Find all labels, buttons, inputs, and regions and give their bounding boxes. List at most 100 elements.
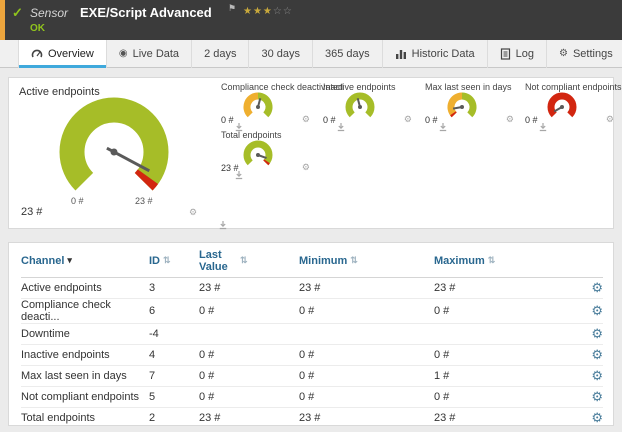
- tab-log[interactable]: Log: [488, 40, 547, 68]
- table-row: Compliance check deacti... 6 0 # 0 # 0 #…: [21, 298, 603, 323]
- cell-channel: Compliance check deacti...: [21, 298, 149, 323]
- gauge-value: 0 #: [425, 115, 438, 125]
- gauge-not-compliant-endpoints: Not compliant endpoints 0 # ⚙: [525, 82, 622, 128]
- table-row: Max last seen in days 7 0 # 0 # 1 # ⚙: [21, 365, 603, 386]
- gauge-value: 0 #: [525, 115, 538, 125]
- tab-365-days[interactable]: 365 days: [313, 40, 383, 68]
- cell-channel: Not compliant endpoints: [21, 386, 149, 407]
- gauge-gear-icon[interactable]: ⚙: [506, 114, 514, 125]
- overview-icon: [31, 48, 43, 60]
- gauge-gear-icon[interactable]: ⚙: [189, 207, 197, 218]
- cell-minimum: 23 #: [299, 277, 434, 298]
- gauge-dial: [39, 92, 189, 197]
- col-header-actions: [569, 245, 603, 277]
- gauge-gear-icon[interactable]: ⚙: [404, 114, 412, 125]
- cell-maximum: 23 #: [434, 277, 569, 298]
- cell-minimum: [299, 323, 434, 344]
- priority-stars[interactable]: ★★★☆☆: [243, 6, 293, 17]
- historic-data-icon: [395, 48, 407, 60]
- settings-gear-icon: ⚙: [559, 40, 568, 68]
- gauge-actions: ⚙: [302, 162, 313, 173]
- tab-settings[interactable]: ⚙ Settings: [547, 40, 622, 68]
- cell-minimum: 0 #: [299, 344, 434, 365]
- sensor-title: EXE/Script Advanced: [80, 5, 212, 20]
- gauge-value: 0 #: [323, 115, 336, 125]
- cell-minimum: 0 #: [299, 298, 434, 323]
- tab-2-days[interactable]: 2 days: [192, 40, 249, 68]
- gauge-compliance-check-deactivated: Compliance check deactivated 0 # ⚙: [221, 82, 319, 128]
- col-label: Last Value: [199, 249, 237, 273]
- gauge-max-last-seen: Max last seen in days 0 # ⚙: [425, 82, 523, 128]
- sort-caret-icon: ▾: [67, 255, 72, 265]
- tab-30-days[interactable]: 30 days: [249, 40, 313, 68]
- col-header-id[interactable]: ID⇅: [149, 245, 199, 277]
- tab-live-data[interactable]: ◉ Live Data: [107, 40, 192, 68]
- status-badge: OK: [30, 23, 45, 34]
- cell-last-value: 23 #: [199, 407, 299, 428]
- cell-last-value: [199, 323, 299, 344]
- gauge-total-endpoints: Total endpoints 23 # ⚙: [221, 130, 319, 176]
- sensor-header: ✓ Sensor EXE/Script Advanced ⚑ ★★★☆☆ OK: [0, 0, 622, 40]
- col-header-minimum[interactable]: Minimum⇅: [299, 245, 434, 277]
- cell-maximum: 1 #: [434, 365, 569, 386]
- gauge-gear-icon[interactable]: ⚙: [302, 162, 310, 173]
- tab-label: Settings: [573, 40, 613, 68]
- channel-settings-icon[interactable]: ⚙: [591, 347, 603, 362]
- sensor-kicker: Sensor: [30, 6, 68, 20]
- channel-settings-icon[interactable]: ⚙: [591, 326, 603, 341]
- channel-settings-icon[interactable]: ⚙: [591, 410, 603, 425]
- cell-id: 6: [149, 298, 199, 323]
- gauge-gear-icon[interactable]: ⚙: [302, 114, 310, 125]
- tab-label: 30 days: [261, 40, 300, 68]
- channels-table-panel: Channel▾ ID⇅ Last Value⇅ Minimum⇅ Maximu…: [8, 242, 614, 426]
- gauge-actions: ⚙: [506, 114, 517, 125]
- cell-id: 5: [149, 386, 199, 407]
- cell-last-value: 0 #: [199, 386, 299, 407]
- tab-label: Overview: [48, 40, 94, 68]
- channel-settings-icon[interactable]: ⚙: [591, 280, 603, 295]
- stars-filled: ★★★: [243, 6, 273, 17]
- sort-icon: ⇅: [240, 255, 248, 265]
- cell-last-value: 0 #: [199, 365, 299, 386]
- table-row: Not compliant endpoints 5 0 # 0 # 0 # ⚙: [21, 386, 603, 407]
- table-row: Downtime -4 ⚙: [21, 323, 603, 344]
- gauge-gear-icon[interactable]: ⚙: [606, 114, 614, 125]
- col-label: Channel: [21, 255, 64, 267]
- cell-last-value: 0 #: [199, 298, 299, 323]
- cell-maximum: 0 #: [434, 298, 569, 323]
- col-label: Maximum: [434, 255, 485, 267]
- col-header-maximum[interactable]: Maximum⇅: [434, 245, 569, 277]
- gauge-value: 0 #: [221, 115, 234, 125]
- log-icon: [500, 48, 511, 60]
- tab-historic-data[interactable]: Historic Data: [383, 40, 488, 68]
- gauge-scale-min: 0 #: [71, 196, 84, 206]
- prtg-sensor-page: ✓ Sensor EXE/Script Advanced ⚑ ★★★☆☆ OK …: [0, 0, 622, 432]
- gauges-panel: Active endpoints 0 # 23 # 23 # ⚙ Complia…: [8, 77, 614, 229]
- tab-label: Historic Data: [412, 40, 475, 68]
- gauge-value: 23 #: [21, 206, 42, 218]
- ok-check-icon: ✓: [12, 5, 23, 21]
- cell-channel: Inactive endpoints: [21, 344, 149, 365]
- col-header-last-value[interactable]: Last Value⇅: [199, 245, 299, 277]
- channel-settings-icon[interactable]: ⚙: [591, 368, 603, 383]
- channel-settings-icon[interactable]: ⚙: [591, 389, 603, 404]
- tab-overview[interactable]: Overview: [18, 40, 107, 68]
- live-data-icon: ◉: [119, 40, 128, 68]
- gauge-inactive-endpoints: Inactive endpoints 0 # ⚙: [323, 82, 421, 128]
- tab-label: 365 days: [325, 40, 370, 68]
- cell-minimum: 23 #: [299, 407, 434, 428]
- cell-id: 2: [149, 407, 199, 428]
- cell-last-value: 0 #: [199, 344, 299, 365]
- gauge-actions: ⚙: [189, 207, 200, 218]
- cell-channel: Max last seen in days: [21, 365, 149, 386]
- status-strip: [0, 0, 5, 40]
- gauge-actions: ⚙: [302, 114, 313, 125]
- channel-settings-icon[interactable]: ⚙: [591, 303, 603, 318]
- tab-bar: Overview ◉ Live Data 2 days 30 days 365 …: [0, 40, 622, 68]
- tab-label: Log: [516, 40, 534, 68]
- gauge-scale-max: 23 #: [135, 196, 153, 206]
- col-header-channel[interactable]: Channel▾: [21, 245, 149, 277]
- cell-channel: Total endpoints: [21, 407, 149, 428]
- table-row: Total endpoints 2 23 # 23 # 23 # ⚙: [21, 407, 603, 428]
- col-label: Minimum: [299, 255, 347, 267]
